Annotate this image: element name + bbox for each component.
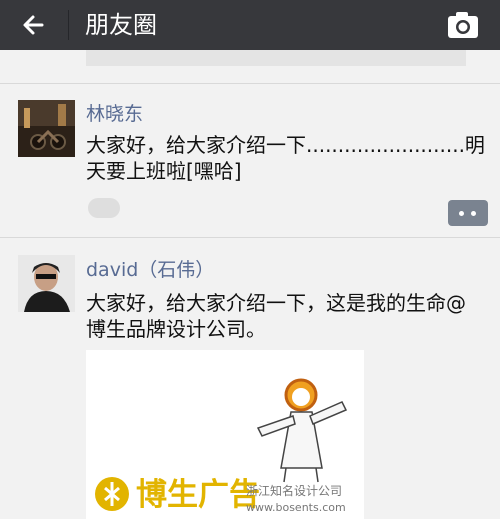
post-text-line: 大家好，给大家介绍一下.........................明: [86, 133, 485, 157]
top-bar: 朋友圈: [0, 0, 500, 50]
brand-name: 博生广告: [136, 477, 260, 513]
avatar[interactable]: [18, 255, 75, 312]
post-divider: [0, 237, 500, 238]
camera-icon[interactable]: [446, 10, 480, 40]
arrow-left-icon[interactable]: [18, 8, 52, 42]
post-text-line: 天要上班啦[嘿哈]: [86, 159, 242, 183]
brand-url: www.bosents.com: [246, 501, 346, 514]
post-divider: [0, 83, 500, 84]
post-author-name[interactable]: david（石伟）: [86, 258, 214, 282]
comment-icon[interactable]: [448, 200, 488, 226]
post-image[interactable]: 博生广告 浙江知名设计公司 www.bosents.com: [86, 350, 364, 519]
previous-post-comment-area: [86, 50, 466, 66]
post-text-line: 博生品牌设计公司。: [86, 317, 266, 341]
blurred-location-text: [88, 198, 120, 218]
post-text-line: 大家好，给大家介绍一下，这是我的生命@: [86, 291, 466, 315]
page-title: 朋友圈: [85, 11, 157, 39]
post-author-name[interactable]: 林晓东: [86, 102, 143, 126]
header-divider: [68, 10, 69, 40]
brand-tagline: 浙江知名设计公司: [246, 484, 343, 498]
avatar[interactable]: [18, 100, 75, 157]
